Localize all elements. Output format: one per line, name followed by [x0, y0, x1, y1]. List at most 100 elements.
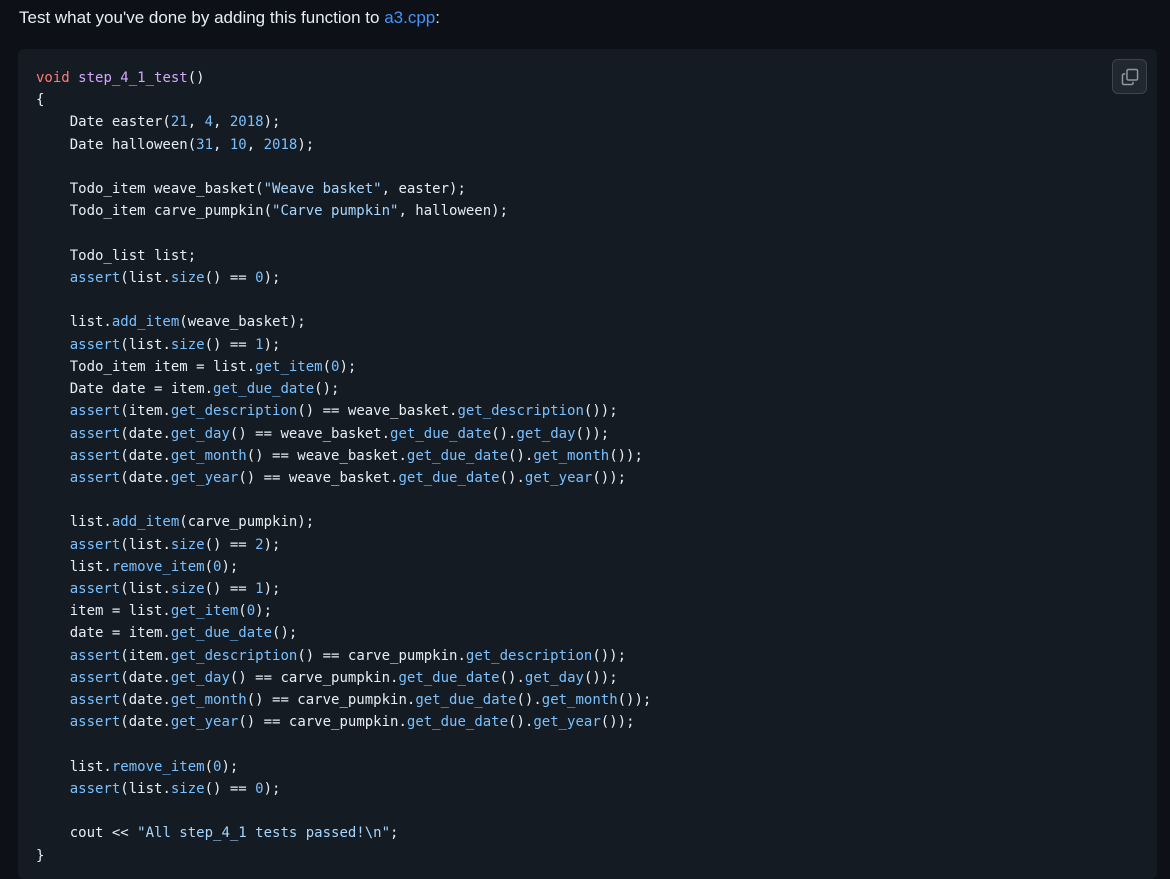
code-text: list.	[36, 314, 112, 331]
code-method-call: assert	[69, 669, 121, 686]
copy-code-button[interactable]	[1112, 59, 1147, 94]
code-line: list.remove_item(0);	[36, 756, 651, 778]
code-method-call: get_description	[170, 403, 298, 420]
code-line: {	[36, 89, 651, 111]
code-method-call: get_day	[170, 425, 230, 442]
code-method-call: get_day	[524, 669, 584, 686]
code-line: Todo_item carve_pumpkin("Carve pumpkin",…	[36, 200, 651, 222]
code-text: );	[263, 536, 281, 553]
code-text: list.	[36, 514, 112, 531]
code-method-call: get_description	[457, 403, 584, 420]
code-text: date = item.	[36, 625, 171, 642]
code-method-call: get_due_date	[170, 625, 273, 642]
code-text: );	[297, 136, 315, 153]
code-line: assert(date.get_year() == weave_basket.g…	[36, 467, 651, 489]
code-text: ();	[314, 381, 340, 398]
code-line: list.add_item(weave_basket);	[36, 311, 651, 333]
code-method-call: assert	[69, 425, 121, 442]
code-line: assert(list.size() == 2);	[36, 534, 651, 556]
code-text: (carve_pumpkin);	[179, 514, 315, 531]
code-text: ,	[187, 114, 205, 131]
code-text: () == weave_basket.	[297, 403, 458, 420]
code-line: assert(list.size() == 0);	[36, 778, 651, 800]
code-line: assert(date.get_year() == carve_pumpkin.…	[36, 711, 651, 733]
code-number: 0	[255, 269, 264, 286]
code-line: assert(date.get_day() == weave_basket.ge…	[36, 423, 651, 445]
code-number: 1	[255, 336, 264, 353]
code-method-call: get_item	[255, 358, 323, 375]
code-line: assert(item.get_description() == carve_p…	[36, 645, 651, 667]
code-text: () ==	[204, 536, 256, 553]
code-text: (date.	[120, 425, 171, 442]
code-method-call: get_day	[516, 425, 576, 442]
code-text: (date.	[120, 447, 171, 464]
code-line: assert(list.size() == 0);	[36, 267, 651, 289]
code-text: (list.	[120, 781, 171, 797]
code-text: (	[204, 758, 214, 775]
code-method-call: add_item	[111, 314, 180, 331]
code-number: 2018	[263, 136, 298, 153]
code-method-call: assert	[69, 269, 121, 286]
code-line: item = list.get_item(0);	[36, 600, 651, 622]
code-text: ,	[213, 114, 230, 131]
code-text: ().	[516, 692, 542, 709]
code-method-call: get_year	[170, 469, 239, 486]
code-string: "All step_4_1 tests passed!\n"	[137, 825, 391, 842]
code-text: );	[255, 603, 273, 620]
intro-text: Test what you've done by adding this fun…	[19, 8, 385, 27]
code-line: cout << "All step_4_1 tests passed!\n";	[36, 822, 651, 844]
code-method-call: remove_item	[111, 558, 205, 575]
code-block: void step_4_1_test(){ Date easter(21, 4,…	[18, 49, 1157, 879]
code-text: () == carve_pumpkin.	[238, 714, 407, 731]
code-number: 21	[170, 114, 188, 131]
code-text: {	[36, 92, 45, 109]
code-text: ();	[272, 625, 298, 642]
code-text: );	[263, 781, 281, 797]
code-method-call: get_month	[170, 447, 247, 464]
code-text: ()	[187, 70, 205, 86]
code-line: assert(list.size() == 1);	[36, 334, 651, 356]
code-text: );	[263, 114, 281, 131]
code-line: assert(date.get_day() == carve_pumpkin.g…	[36, 667, 651, 689]
code-text: ,	[213, 136, 230, 153]
code-text: );	[263, 336, 281, 353]
code-method-call: get_due_date	[415, 692, 517, 709]
code-text: Todo_item weave_basket(	[36, 181, 264, 198]
file-link[interactable]: a3.cpp	[384, 8, 435, 27]
code-method-call: assert	[69, 781, 121, 797]
code-method-call: assert	[69, 581, 121, 598]
code-string: "Weave basket"	[263, 181, 382, 198]
code-text: Todo_item carve_pumpkin(	[36, 203, 273, 220]
code-text: () == weave_basket.	[238, 469, 399, 486]
code-text: (date.	[120, 669, 171, 686]
code-method-call: assert	[69, 536, 121, 553]
code-method-call: add_item	[111, 514, 180, 531]
code-text: (list.	[120, 269, 171, 286]
code-line: assert(date.get_month() == weave_basket.…	[36, 445, 651, 467]
code-method-call: get_month	[533, 447, 610, 464]
code-number: 0	[255, 781, 264, 797]
code-function-name: step_4_1_test	[78, 70, 188, 86]
code-line: Date easter(21, 4, 2018);	[36, 111, 651, 133]
code-method-call: get_description	[465, 647, 593, 664]
code-method-call: assert	[69, 714, 121, 731]
code-number: 31	[196, 136, 214, 153]
code-method-call: assert	[69, 447, 121, 464]
code-method-call: get_item	[170, 603, 239, 620]
code-text: (list.	[120, 581, 171, 598]
intro-paragraph: Test what you've done by adding this fun…	[19, 6, 440, 30]
code-line: list.remove_item(0);	[36, 556, 651, 578]
code-text: ,	[246, 136, 264, 153]
